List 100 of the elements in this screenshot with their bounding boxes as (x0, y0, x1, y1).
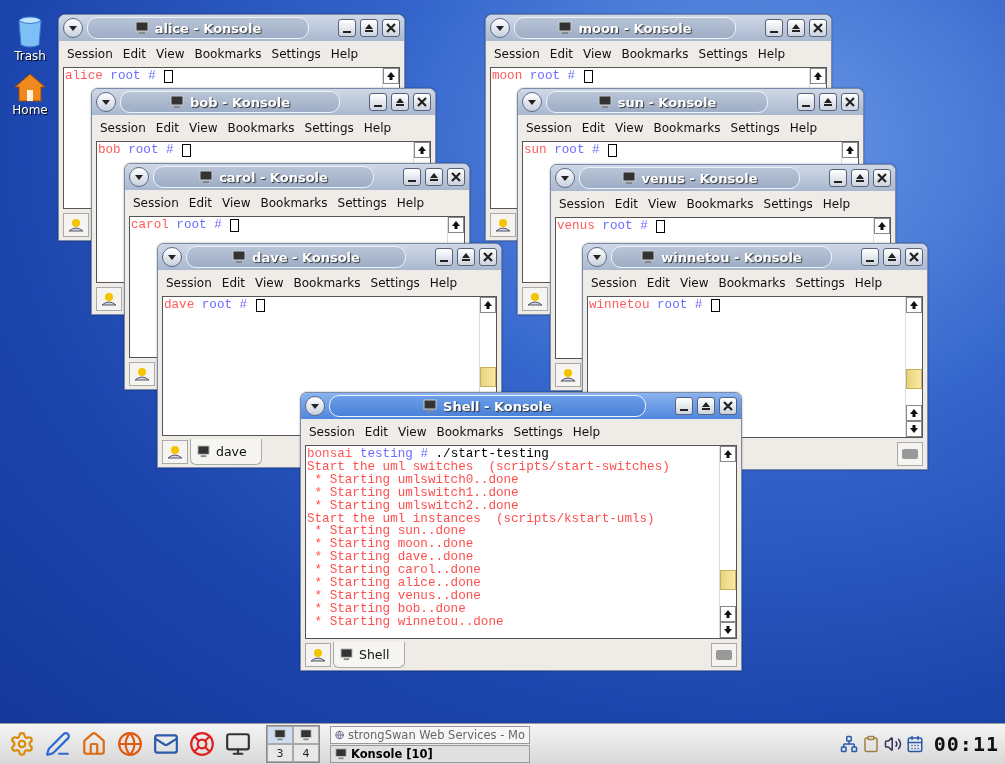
new-session-button[interactable] (96, 286, 122, 311)
new-session-button[interactable] (305, 642, 331, 667)
pager-desktop[interactable] (267, 726, 293, 744)
menu-item[interactable]: View (217, 196, 256, 210)
scroll-up-button[interactable] (906, 405, 922, 421)
scroll-up-button[interactable] (383, 68, 399, 84)
menu-item[interactable]: Help (358, 121, 397, 135)
pager-desktop[interactable]: 4 (293, 744, 319, 762)
maximize-button[interactable] (360, 19, 378, 37)
scroll-up-button[interactable] (720, 446, 736, 462)
task-button[interactable]: Konsole [10] (330, 744, 530, 763)
new-session-button[interactable] (522, 286, 548, 311)
menu-item[interactable]: Session (304, 425, 360, 439)
scroll-up-button[interactable] (480, 297, 496, 313)
close-button[interactable] (873, 169, 891, 187)
network-icon[interactable] (839, 735, 858, 753)
menu-item[interactable]: Bookmarks (648, 121, 726, 135)
window-menu-button[interactable] (522, 92, 542, 112)
maximize-button[interactable] (883, 248, 901, 266)
menu-item[interactable]: Settings (299, 121, 359, 135)
menu-item[interactable]: Bookmarks (431, 425, 509, 439)
menu-item[interactable]: Settings (266, 47, 326, 61)
scrollbar-thumb[interactable] (480, 367, 496, 387)
menu-item[interactable]: Session (489, 47, 545, 61)
window-menu-button[interactable] (587, 247, 607, 267)
clock[interactable]: 00:11 (933, 732, 999, 756)
close-button[interactable] (413, 93, 431, 111)
minimize-button[interactable] (675, 397, 693, 415)
new-session-button[interactable] (129, 361, 155, 386)
window-menu-button[interactable] (96, 92, 116, 112)
maximize-button[interactable] (851, 169, 869, 187)
scroll-up-button[interactable] (414, 142, 430, 158)
menu-item[interactable]: Help (391, 196, 430, 210)
menu-item[interactable]: Session (586, 276, 642, 290)
menu-item[interactable]: View (675, 276, 714, 290)
window-menu-button[interactable] (555, 168, 575, 188)
new-session-button[interactable] (63, 212, 89, 237)
minimize-button[interactable] (861, 248, 879, 266)
minimize-button[interactable] (338, 19, 356, 37)
minimize-button[interactable] (369, 93, 387, 111)
menu-item[interactable]: Settings (508, 425, 568, 439)
scroll-up-button[interactable] (874, 218, 890, 234)
calendar-icon[interactable] (905, 735, 924, 753)
close-button[interactable] (382, 19, 400, 37)
menu-item[interactable]: Help (325, 47, 364, 61)
close-button[interactable] (905, 248, 923, 266)
menu-item[interactable]: View (151, 47, 190, 61)
menu-item[interactable]: Edit (544, 47, 579, 61)
minimize-button[interactable] (435, 248, 453, 266)
scroll-up-button[interactable] (720, 606, 736, 622)
menu-item[interactable]: Settings (758, 197, 818, 211)
menu-item[interactable]: Help (784, 121, 823, 135)
window-menu-button[interactable] (490, 18, 510, 38)
scrollbar-thumb[interactable] (906, 369, 922, 389)
home-icon[interactable] (14, 72, 46, 102)
pager-desktop[interactable]: 3 (267, 744, 293, 762)
menu-item[interactable]: Session (128, 196, 184, 210)
minimize-button[interactable] (829, 169, 847, 187)
maximize-button[interactable] (457, 248, 475, 266)
menu-item[interactable]: Session (554, 197, 610, 211)
menu-item[interactable]: View (393, 425, 432, 439)
menu-item[interactable]: Edit (183, 196, 218, 210)
menu-item[interactable]: Help (567, 425, 606, 439)
menu-item[interactable]: Edit (150, 121, 185, 135)
close-button[interactable] (719, 397, 737, 415)
menu-item[interactable]: Bookmarks (222, 121, 300, 135)
speaker-icon[interactable] (883, 735, 902, 753)
menu-item[interactable]: Edit (359, 425, 394, 439)
menu-item[interactable]: Edit (576, 121, 611, 135)
menu-item[interactable]: Settings (365, 276, 425, 290)
scroll-up-button[interactable] (810, 68, 826, 84)
menu-item[interactable]: View (643, 197, 682, 211)
menu-item[interactable]: Settings (693, 47, 753, 61)
scroll-down-button[interactable] (720, 622, 736, 638)
desktop-icon-label[interactable]: Trash (14, 49, 46, 63)
trash-icon[interactable] (17, 16, 43, 48)
menu-item[interactable]: Edit (117, 47, 152, 61)
menu-item[interactable]: Session (521, 121, 577, 135)
window-menu-button[interactable] (305, 396, 325, 416)
menu-item[interactable]: Bookmarks (681, 197, 759, 211)
scroll-up-button[interactable] (842, 142, 858, 158)
clipboard-icon[interactable] (861, 735, 880, 753)
session-tab[interactable]: dave (190, 438, 262, 465)
session-tab[interactable]: Shell (333, 641, 405, 668)
close-button[interactable] (479, 248, 497, 266)
maximize-button[interactable] (697, 397, 715, 415)
new-session-button[interactable] (490, 212, 516, 237)
menu-item[interactable]: View (578, 47, 617, 61)
menu-item[interactable]: Bookmarks (189, 47, 267, 61)
maximize-button[interactable] (425, 168, 443, 186)
pager-desktop[interactable] (293, 726, 319, 744)
menu-item[interactable]: Help (817, 197, 856, 211)
task-button[interactable]: strongSwan Web Services - Mo (330, 725, 530, 744)
menu-item[interactable]: Settings (790, 276, 850, 290)
maximize-button[interactable] (391, 93, 409, 111)
menu-item[interactable]: Edit (641, 276, 676, 290)
scroll-up-button[interactable] (906, 297, 922, 313)
menu-item[interactable]: Session (95, 121, 151, 135)
maximize-button[interactable] (819, 93, 837, 111)
close-button[interactable] (447, 168, 465, 186)
